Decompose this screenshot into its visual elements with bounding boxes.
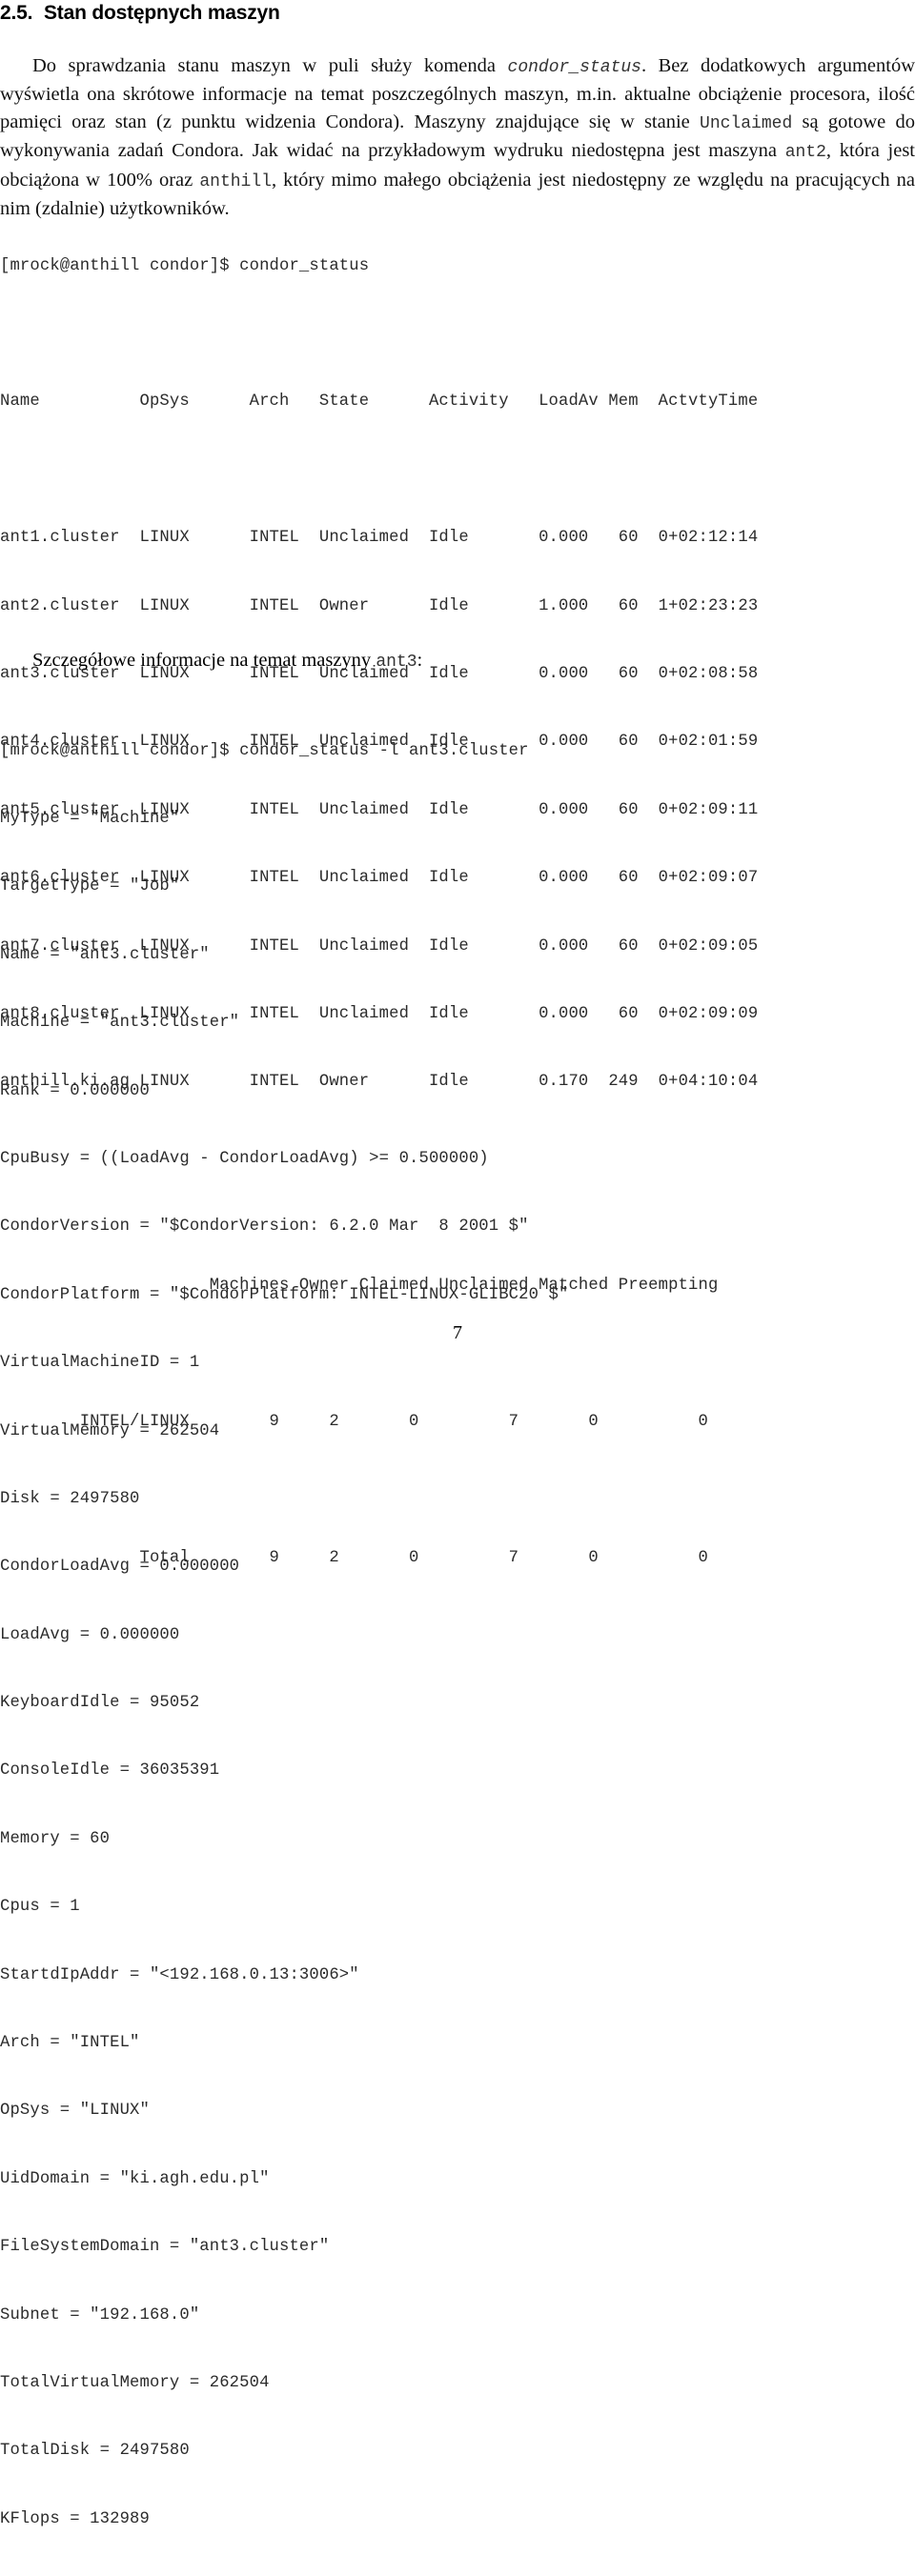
page-number: 7 bbox=[453, 1322, 462, 1343]
inline-state-unclaimed: Unclaimed bbox=[700, 113, 793, 133]
shell-prompt-line: [mrock@anthill condor]$ condor_status -l… bbox=[0, 741, 529, 760]
shell-prompt-line: [mrock@anthill condor]$ condor_status bbox=[0, 256, 370, 275]
classad-line: FileSystemDomain = "ant3.cluster" bbox=[0, 2238, 330, 2257]
sub-caption-suffix: : bbox=[417, 650, 423, 671]
classad-line: Rank = 0.000000 bbox=[0, 1081, 150, 1100]
inline-host-ant3: ant3 bbox=[376, 653, 417, 672]
classad-line: MyType = "Machine" bbox=[0, 809, 180, 828]
classad-line: Machine = "ant3.cluster" bbox=[0, 1014, 240, 1033]
sub-caption: Szczegółowe informacje na temat maszyny … bbox=[32, 650, 422, 672]
classad-line: KFlops = 132989 bbox=[0, 2509, 150, 2528]
inline-host-ant2: ant2 bbox=[784, 143, 826, 162]
classad-line: Subnet = "192.168.0" bbox=[0, 2305, 200, 2324]
paragraph-text-1: Do sprawdzania stanu maszyn w puli służy… bbox=[32, 54, 508, 76]
inline-command-condor-status: condor_status bbox=[507, 57, 641, 77]
inline-host-anthill: anthill bbox=[199, 171, 272, 191]
classad-line: Disk = 2497580 bbox=[0, 1489, 140, 1508]
classad-line: VirtualMemory = 262504 bbox=[0, 1421, 220, 1440]
classad-line: CpuBusy = ((LoadAvg - CondorLoadAvg) >= … bbox=[0, 1149, 489, 1168]
classad-line: TotalDisk = 2497580 bbox=[0, 2442, 190, 2461]
classad-line: StartdIpAddr = "<192.168.0.13:3006>" bbox=[0, 1965, 359, 1984]
classad-line: KeyboardIdle = 95052 bbox=[0, 1694, 200, 1713]
document-page: 2.5. Stan dostępnych maszyn Do sprawdzani… bbox=[0, 0, 915, 2528]
classad-line: CondorVersion = "$CondorVersion: 6.2.0 M… bbox=[0, 1218, 529, 1237]
classad-line: Memory = 60 bbox=[0, 1829, 111, 1848]
status-table-header: Name OpSys Arch State Activity LoadAv Me… bbox=[0, 392, 759, 412]
intro-paragraph: Do sprawdzania stanu maszyn w puli służy… bbox=[0, 52, 915, 223]
terminal-output-condor-status-long: [mrock@anthill condor]$ condor_status -l… bbox=[0, 694, 568, 2576]
classad-line: LoadAvg = 0.000000 bbox=[0, 1625, 180, 1644]
classad-line: Arch = "INTEL" bbox=[0, 2034, 140, 2053]
classad-line: Cpus = 1 bbox=[0, 1898, 80, 1917]
sub-caption-text: Szczegółowe informacje na temat maszyny bbox=[32, 650, 376, 671]
classad-line: UidDomain = "ki.agh.edu.pl" bbox=[0, 2169, 270, 2188]
classad-line: CondorLoadAvg = 0.000000 bbox=[0, 1558, 240, 1577]
classad-line: ConsoleIdle = 36035391 bbox=[0, 1761, 220, 1781]
classad-line: TargetType = "Job" bbox=[0, 877, 180, 896]
classad-line: TotalVirtualMemory = 262504 bbox=[0, 2373, 270, 2392]
classad-line: Name = "ant3.cluster" bbox=[0, 945, 210, 964]
page-title: 2.5. Stan dostępnych maszyn bbox=[0, 2, 280, 25]
table-row: ant1.cluster LINUX INTEL Unclaimed Idle … bbox=[0, 529, 759, 548]
classad-line: VirtualMachineID = 1 bbox=[0, 1354, 200, 1373]
classad-line: CondorPlatform = "$CondorPlatform: INTEL… bbox=[0, 1285, 569, 1304]
classad-line: OpSys = "LINUX" bbox=[0, 2102, 150, 2121]
table-row: ant2.cluster LINUX INTEL Owner Idle 1.00… bbox=[0, 596, 759, 615]
section-title: Stan dostępnych maszyn bbox=[44, 2, 280, 24]
section-number: 2.5. bbox=[0, 2, 33, 24]
